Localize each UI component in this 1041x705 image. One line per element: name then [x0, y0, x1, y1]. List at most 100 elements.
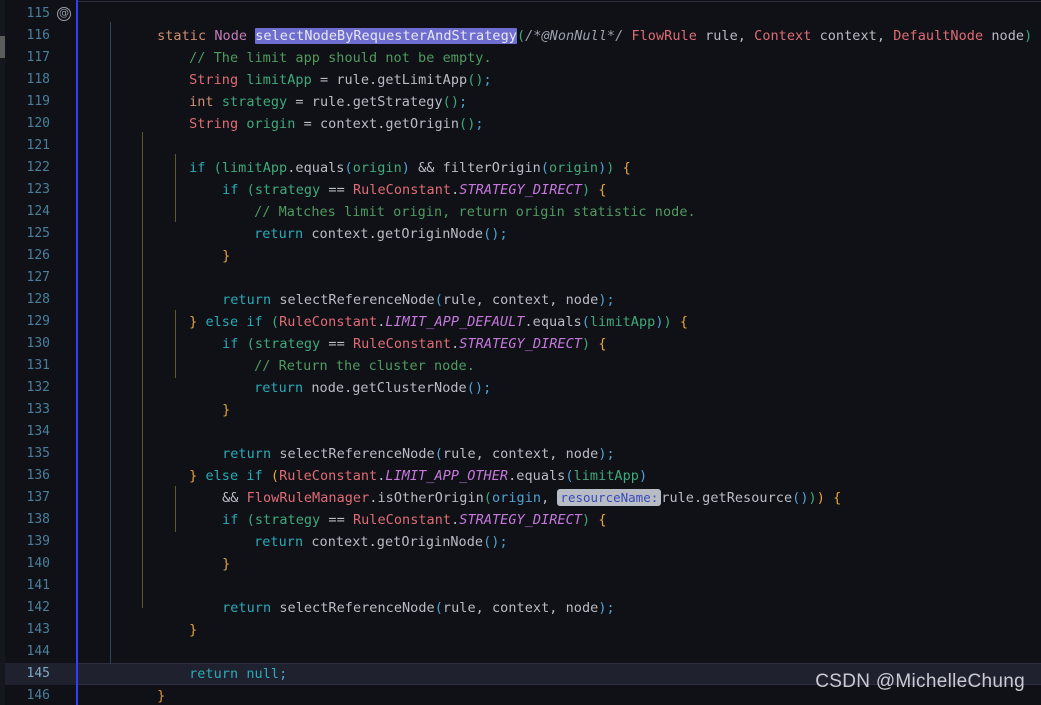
token-STRATEGY_DIRECT: STRATEGY_DIRECT: [459, 336, 582, 352]
code-line-123[interactable]: // Matches limit origin, return origin s…: [205, 179, 696, 220]
line-number: 130: [26, 336, 50, 351]
code-line-116[interactable]: // The limit app should not be empty.: [140, 25, 492, 66]
gutter-line-120[interactable]: 120: [5, 113, 76, 135]
token-return: return: [189, 666, 239, 682]
gutter-line-139[interactable]: 139: [5, 531, 76, 553]
line-number: 120: [26, 116, 50, 131]
gutter-line-123[interactable]: 123: [5, 179, 76, 201]
line-number: 126: [26, 248, 50, 263]
gutter-line-143[interactable]: 143: [5, 619, 76, 641]
gutter-line-119[interactable]: 119: [5, 91, 76, 113]
line-number: 124: [26, 204, 50, 219]
code-line-121[interactable]: if (limitApp.equals(origin) && filterOri…: [140, 135, 631, 176]
token-getResource: getResource: [702, 490, 793, 506]
gutter-line-125[interactable]: 125: [5, 223, 76, 245]
token-rule: rule: [442, 600, 476, 616]
gutter-line-132[interactable]: 132: [5, 377, 76, 399]
gutter-line-116[interactable]: 116: [5, 25, 76, 47]
code-line-122[interactable]: if (strategy == RuleConstant.STRATEGY_DI…: [173, 157, 607, 198]
fold-separator-line: [78, 1, 1041, 2]
gutter-line-121[interactable]: 121: [5, 135, 76, 157]
token-context: context: [319, 116, 378, 132]
gutter-line-142[interactable]: 142: [5, 597, 76, 619]
code-line-115[interactable]: static Node selectNodeByRequesterAndStra…: [108, 3, 1041, 44]
code-line-139[interactable]: }: [173, 531, 230, 572]
line-number: 143: [26, 622, 50, 637]
code-line-131[interactable]: return node.getClusterNode();: [205, 355, 491, 396]
line-number: 145: [26, 666, 50, 681]
gutter-line-115[interactable]: 115 @: [5, 3, 76, 25]
gutter-line-131[interactable]: 131: [5, 355, 76, 377]
token-origin: origin: [246, 116, 296, 132]
gutter-line-124[interactable]: 124: [5, 201, 76, 223]
line-number: 144: [26, 644, 50, 659]
line-number: 128: [26, 292, 50, 307]
line-number: 134: [26, 424, 50, 439]
code-line-136[interactable]: && FlowRuleManager.isOtherOrigin(origin,…: [173, 465, 841, 506]
token-getOrigin: getOrigin: [385, 116, 460, 132]
code-editor[interactable]: 115 @ 116 117 118 119 120 121 122 123 12…: [0, 0, 1041, 705]
token-node: node: [565, 600, 599, 616]
gutter-line-134[interactable]: 134: [5, 421, 76, 443]
gutter-line-145[interactable]: 145: [5, 663, 76, 685]
indent-guide-level1: [110, 22, 111, 664]
line-number: 118: [26, 72, 50, 87]
gutter-line-141[interactable]: 141: [5, 575, 76, 597]
code-line-137[interactable]: if (strategy == RuleConstant.STRATEGY_DI…: [173, 487, 607, 528]
token-close-brace: }: [222, 248, 231, 264]
gutter-line-118[interactable]: 118: [5, 69, 76, 91]
token-context: context: [311, 534, 369, 550]
code-line-130[interactable]: // Return the cluster node.: [205, 333, 475, 374]
line-number: 138: [26, 512, 50, 527]
gutter-line-127[interactable]: 127: [5, 267, 76, 289]
code-line-129[interactable]: if (strategy == RuleConstant.STRATEGY_DI…: [173, 311, 607, 352]
line-number: 136: [26, 468, 50, 483]
code-line-135[interactable]: } else if (RuleConstant.LIMIT_APP_OTHER.…: [140, 443, 647, 484]
token-context: context: [311, 226, 369, 242]
gutter-line-126[interactable]: 126: [5, 245, 76, 267]
gutter-line-137[interactable]: 137: [5, 487, 76, 509]
gutter-line-130[interactable]: 130: [5, 333, 76, 355]
token-return: return: [254, 534, 304, 550]
token-String: String: [189, 116, 239, 132]
code-line-145[interactable]: }: [108, 663, 165, 704]
line-number: 117: [26, 50, 50, 65]
gutter-line-136[interactable]: 136: [5, 465, 76, 487]
code-line-138[interactable]: return context.getOriginNode();: [205, 509, 508, 550]
code-line-134[interactable]: return selectReferenceNode(rule, context…: [173, 421, 615, 462]
code-line-128[interactable]: } else if (RuleConstant.LIMIT_APP_DEFAUL…: [140, 289, 688, 330]
gutter-line-144[interactable]: 144: [5, 641, 76, 663]
code-line-127[interactable]: return selectReferenceNode(rule, context…: [173, 267, 615, 308]
line-number: 132: [26, 380, 50, 395]
code-line-119[interactable]: String origin = context.getOrigin();: [140, 91, 484, 132]
gutter-line-117[interactable]: 117: [5, 47, 76, 69]
gutter-line-138[interactable]: 138: [5, 509, 76, 531]
token-Context: Context: [754, 28, 812, 44]
code-line-144[interactable]: return null;: [140, 641, 287, 682]
line-number-gutter[interactable]: 115 @ 116 117 118 119 120 121 122 123 12…: [5, 0, 76, 705]
gutter-line-128[interactable]: 128: [5, 289, 76, 311]
code-line-132[interactable]: }: [173, 377, 230, 418]
code-line-124[interactable]: return context.getOriginNode();: [205, 201, 508, 242]
code-line-125[interactable]: }: [173, 223, 230, 264]
code-line-118[interactable]: int strategy = rule.getStrategy();: [140, 69, 467, 110]
line-number: 129: [26, 314, 50, 329]
line-number: 140: [26, 556, 50, 571]
indent-guide-level1-tail: [110, 608, 111, 664]
gutter-line-146[interactable]: 146: [5, 685, 76, 705]
token-return: return: [222, 600, 272, 616]
code-text-area[interactable]: static Node selectNodeByRequesterAndStra…: [78, 0, 1041, 705]
token-nonnull-annotation: /*@NonNull*/: [525, 28, 624, 44]
code-line-117[interactable]: String limitApp = rule.getLimitApp();: [140, 47, 492, 88]
gutter-line-129[interactable]: 129: [5, 311, 76, 333]
token-rule: rule: [661, 490, 694, 506]
code-line-141[interactable]: return selectReferenceNode(rule, context…: [173, 575, 615, 616]
token-null: null: [246, 666, 280, 682]
gutter-line-122[interactable]: 122: [5, 157, 76, 179]
gutter-line-140[interactable]: 140: [5, 553, 76, 575]
gutter-line-135[interactable]: 135: [5, 443, 76, 465]
code-line-142[interactable]: }: [140, 597, 197, 638]
line-number: 125: [26, 226, 50, 241]
annotation-at-icon[interactable]: @: [57, 7, 71, 21]
gutter-line-133[interactable]: 133: [5, 399, 76, 421]
